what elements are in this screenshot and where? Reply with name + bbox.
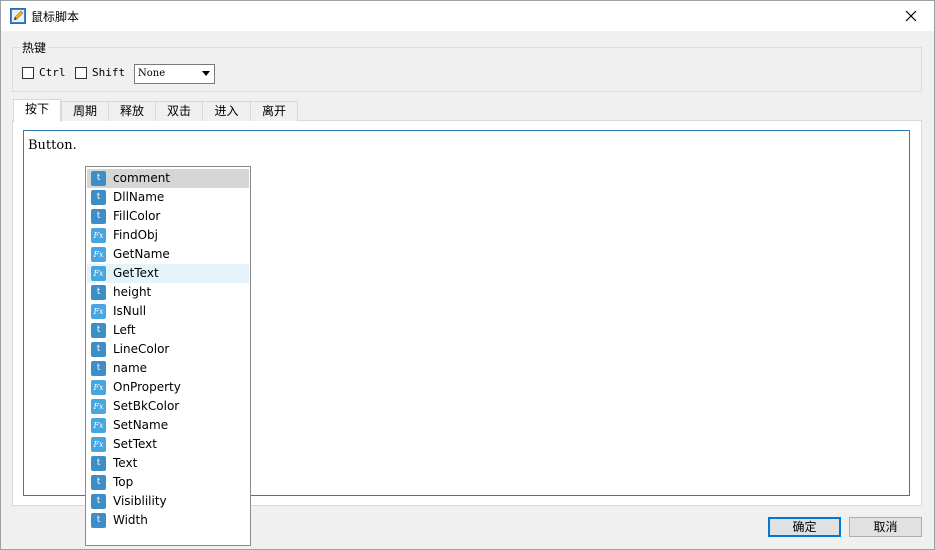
- property-icon: t: [91, 342, 106, 357]
- autocomplete-item[interactable]: Fx IsNull: [87, 302, 249, 321]
- property-icon: t: [91, 494, 106, 509]
- autocomplete-item[interactable]: t LineColor: [87, 340, 249, 359]
- property-icon: t: [91, 285, 106, 300]
- autocomplete-item-label: FillColor: [113, 209, 161, 223]
- property-icon: t: [91, 323, 106, 338]
- autocomplete-item[interactable]: Fx GetName: [87, 245, 249, 264]
- shift-checkbox-label[interactable]: Shift: [92, 66, 125, 79]
- autocomplete-list[interactable]: t comment t DllName t FillColor Fx FindObj Fx Get…: [85, 166, 251, 546]
- hotkey-group-title: 热键: [20, 39, 49, 56]
- autocomplete-item-label: GetText: [113, 266, 159, 280]
- ctrl-checkbox-label[interactable]: Ctrl: [39, 66, 66, 79]
- autocomplete-item[interactable]: t comment: [87, 169, 249, 188]
- property-icon: t: [91, 361, 106, 376]
- tab-double-click[interactable]: 双击: [155, 101, 203, 121]
- property-icon: t: [91, 209, 106, 224]
- script-edit-icon: [10, 8, 26, 24]
- autocomplete-item-label: SetBkColor: [113, 399, 180, 413]
- ctrl-checkbox[interactable]: [22, 67, 34, 79]
- autocomplete-item[interactable]: t Width: [87, 511, 249, 530]
- autocomplete-item[interactable]: t Left: [87, 321, 249, 340]
- tab-leave[interactable]: 离开: [250, 101, 298, 121]
- autocomplete-item[interactable]: Fx SetName: [87, 416, 249, 435]
- autocomplete-item-label: height: [113, 285, 152, 299]
- function-icon: Fx: [91, 247, 106, 262]
- autocomplete-item[interactable]: Fx OnProperty: [87, 378, 249, 397]
- function-icon: Fx: [91, 399, 106, 414]
- tab-enter[interactable]: 进入: [202, 101, 251, 121]
- autocomplete-item-label: SetText: [113, 437, 157, 451]
- autocomplete-item-label: Width: [113, 513, 148, 527]
- tab-cycle[interactable]: 周期: [61, 101, 109, 121]
- autocomplete-item-label: Top: [113, 475, 134, 489]
- autocomplete-item-label: Text: [113, 456, 138, 470]
- hotkey-key-value: None: [138, 68, 166, 79]
- autocomplete-item-label: comment: [113, 171, 171, 185]
- autocomplete-item-label: Left: [113, 323, 136, 337]
- ok-button[interactable]: 确定: [768, 517, 841, 537]
- cancel-button[interactable]: 取消: [849, 517, 922, 537]
- autocomplete-item-label: LineColor: [113, 342, 170, 356]
- autocomplete-item-label: Visiblility: [113, 494, 167, 508]
- property-icon: t: [91, 171, 106, 186]
- function-icon: Fx: [91, 380, 106, 395]
- shift-checkbox[interactable]: [75, 67, 87, 79]
- autocomplete-item[interactable]: t Visiblility: [87, 492, 249, 511]
- tab-release[interactable]: 释放: [108, 101, 156, 121]
- function-icon: Fx: [91, 437, 106, 452]
- autocomplete-item[interactable]: t Text: [87, 454, 249, 473]
- property-icon: t: [91, 456, 106, 471]
- autocomplete-item[interactable]: Fx SetText: [87, 435, 249, 454]
- window-title: 鼠标脚本: [31, 10, 80, 24]
- autocomplete-item[interactable]: t Top: [87, 473, 249, 492]
- chevron-down-icon: [202, 71, 210, 76]
- autocomplete-item[interactable]: Fx SetBkColor: [87, 397, 249, 416]
- autocomplete-item-label: DllName: [113, 190, 165, 204]
- editor-content: Button.: [28, 138, 77, 153]
- autocomplete-item-label: FindObj: [113, 228, 158, 242]
- function-icon: Fx: [91, 418, 106, 433]
- function-icon: Fx: [91, 228, 106, 243]
- tab-press[interactable]: 按下: [13, 99, 61, 122]
- property-icon: t: [91, 190, 106, 205]
- autocomplete-item-label: OnProperty: [113, 380, 181, 394]
- close-button[interactable]: [888, 1, 934, 31]
- property-icon: t: [91, 513, 106, 528]
- function-icon: Fx: [91, 266, 106, 281]
- autocomplete-item-label: GetName: [113, 247, 170, 261]
- autocomplete-item-label: SetName: [113, 418, 169, 432]
- autocomplete-item[interactable]: Fx FindObj: [87, 226, 249, 245]
- autocomplete-item[interactable]: t DllName: [87, 188, 249, 207]
- close-icon: [905, 10, 917, 22]
- title-bar: 鼠标脚本: [1, 1, 934, 31]
- autocomplete-item-label: name: [113, 361, 148, 375]
- property-icon: t: [91, 475, 106, 490]
- hotkey-key-select[interactable]: None: [134, 64, 215, 84]
- autocomplete-item-label: IsNull: [113, 304, 147, 318]
- function-icon: Fx: [91, 304, 106, 319]
- autocomplete-item[interactable]: t height: [87, 283, 249, 302]
- autocomplete-item[interactable]: t FillColor: [87, 207, 249, 226]
- autocomplete-item[interactable]: Fx GetText: [87, 264, 249, 283]
- autocomplete-item[interactable]: t name: [87, 359, 249, 378]
